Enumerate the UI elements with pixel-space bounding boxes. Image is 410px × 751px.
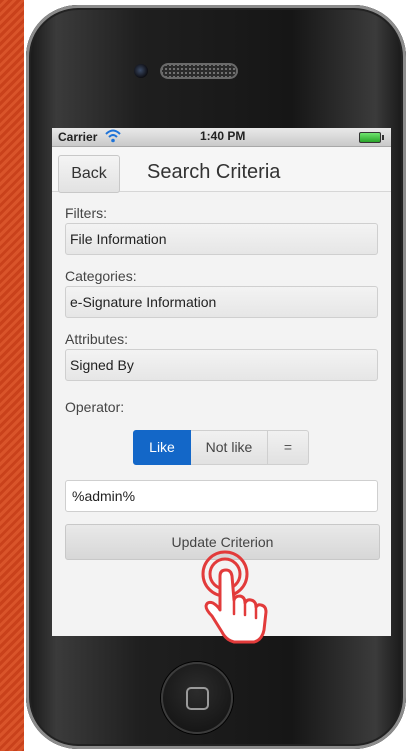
carrier-label: Carrier <box>58 130 98 144</box>
camera-icon <box>134 64 148 78</box>
operator-label: Operator: <box>65 399 125 415</box>
operator-not-like-option[interactable]: Not like <box>191 430 268 465</box>
battery-icon <box>359 132 384 143</box>
status-bar: Carrier 1:40 PM <box>52 128 391 147</box>
filters-label: Filters: <box>65 205 107 221</box>
speaker-icon <box>160 63 238 79</box>
home-button[interactable] <box>161 662 233 734</box>
criterion-value-input[interactable] <box>65 480 378 512</box>
search-form: Filters: File Information Categories: e-… <box>52 205 391 560</box>
attributes-select[interactable]: Signed By <box>65 349 378 381</box>
status-time: 1:40 PM <box>200 129 246 143</box>
background-stripe <box>0 0 24 751</box>
home-square-icon <box>186 687 209 710</box>
attributes-label: Attributes: <box>65 331 129 347</box>
tap-hand-icon <box>201 550 268 644</box>
filters-select[interactable]: File Information <box>65 223 378 255</box>
operator-segmented-control: Like Not like = <box>133 430 310 465</box>
categories-label: Categories: <box>65 268 137 284</box>
back-button[interactable]: Back <box>58 155 120 193</box>
nav-header: Back Search Criteria <box>52 147 391 193</box>
page-title: Search Criteria <box>147 161 281 183</box>
categories-select[interactable]: e-Signature Information <box>65 286 378 318</box>
wifi-icon <box>105 129 121 143</box>
operator-equals-option[interactable]: = <box>268 430 309 465</box>
operator-like-option[interactable]: Like <box>133 430 191 465</box>
